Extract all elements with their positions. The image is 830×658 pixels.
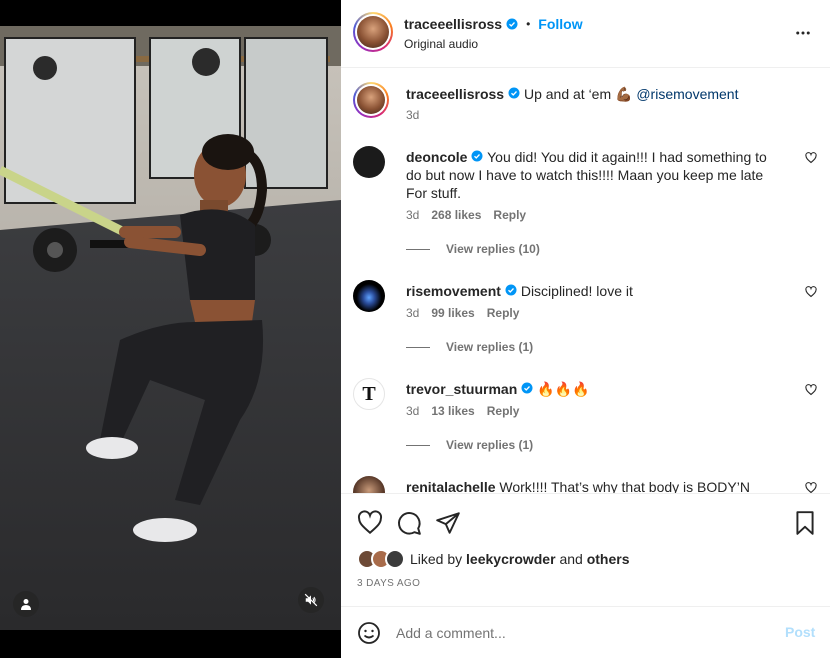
verified-badge-icon	[508, 87, 520, 99]
liked-by-username[interactable]: leekycrowder	[466, 551, 556, 567]
liked-by-prefix: Liked by	[410, 551, 463, 567]
comment-time[interactable]: 3d	[406, 208, 419, 222]
post-header: traceeellisross • Follow Original audio	[341, 0, 830, 68]
comment-like-button[interactable]	[805, 383, 817, 396]
speaker-muted-icon	[304, 593, 318, 607]
add-comment-bar: Post	[341, 606, 830, 658]
comment-time[interactable]: 3d	[406, 404, 419, 418]
heart-icon	[805, 286, 817, 298]
verified-badge-icon	[521, 382, 533, 394]
comment-like-button[interactable]	[805, 151, 817, 164]
user-tag-button[interactable]	[13, 591, 39, 617]
commenter-avatar[interactable]	[353, 146, 385, 178]
comment-likes[interactable]: 13 likes	[431, 404, 474, 418]
caption-username[interactable]: traceeellisross	[406, 86, 504, 102]
commenter-username[interactable]: risemovement	[406, 283, 501, 299]
commenter-username[interactable]: renitalachelle	[406, 479, 496, 493]
author-avatar[interactable]	[353, 12, 393, 52]
caption-avatar[interactable]	[353, 82, 389, 118]
view-replies-button[interactable]: View replies (10)	[406, 242, 540, 256]
comment-likes[interactable]: 99 likes	[431, 306, 474, 320]
person-icon	[21, 599, 31, 610]
bookmark-icon	[796, 511, 814, 535]
more-horizontal-icon	[796, 31, 810, 35]
mute-button[interactable]	[298, 587, 324, 613]
liker-avatars	[357, 549, 407, 569]
heart-icon	[805, 384, 817, 396]
smiley-icon	[358, 622, 380, 644]
comment-input[interactable]	[396, 621, 766, 645]
post-media-video[interactable]	[0, 0, 341, 658]
action-bar: Liked by leekycrowder and others 3 DAYS …	[341, 493, 830, 607]
heart-icon	[357, 510, 383, 535]
post-date[interactable]: 3 DAYS AGO	[357, 578, 420, 589]
commenter-avatar[interactable]	[353, 280, 385, 312]
heart-icon	[805, 152, 817, 164]
comment-button[interactable]	[396, 510, 422, 536]
commenter-avatar[interactable]	[353, 476, 385, 493]
comment-like-button[interactable]	[805, 481, 817, 493]
verified-badge-icon	[471, 150, 483, 162]
view-replies-button[interactable]: View replies (1)	[406, 438, 533, 452]
like-button[interactable]	[357, 510, 383, 536]
verified-badge-icon	[506, 18, 518, 30]
save-button[interactable]	[792, 510, 818, 536]
comment-bubble-icon	[398, 512, 421, 535]
comment-reply-button[interactable]: Reply	[493, 208, 526, 222]
audio-label[interactable]: Original audio	[404, 37, 478, 51]
post-details-panel: traceeellisross • Follow Original audio …	[341, 0, 830, 658]
commenter-username[interactable]: deoncole	[406, 149, 467, 165]
view-replies-button[interactable]: View replies (1)	[406, 340, 533, 354]
view-replies-label: View replies (10)	[446, 242, 540, 256]
liked-by-others-link[interactable]: others	[587, 551, 630, 567]
comment-time[interactable]: 3d	[406, 306, 419, 320]
t-logo-icon: T	[362, 382, 376, 405]
comment-text: Disciplined! love it	[520, 283, 633, 299]
share-button[interactable]	[435, 510, 461, 536]
emoji-picker-button[interactable]	[357, 621, 381, 645]
commenter-avatar[interactable]: T	[353, 378, 385, 410]
caption-text: Up and at ‘em 💪🏾	[523, 86, 633, 102]
comment-text: 🔥🔥🔥	[537, 381, 590, 397]
view-replies-label: View replies (1)	[446, 438, 534, 452]
comment-text: Work!!!! That’s why that body is BODY’N	[499, 479, 750, 493]
comment-like-button[interactable]	[805, 285, 817, 298]
view-replies-label: View replies (1)	[446, 340, 534, 354]
paper-plane-icon	[436, 512, 460, 534]
heart-icon	[805, 482, 817, 493]
follow-button[interactable]: Follow	[538, 16, 582, 32]
author-username[interactable]: traceeellisross	[404, 16, 502, 32]
separator-dot: •	[526, 17, 531, 31]
liked-by-and: and	[559, 551, 583, 567]
more-options-button[interactable]	[794, 24, 812, 42]
video-frame	[0, 0, 341, 658]
commenter-username[interactable]: trevor_stuurman	[406, 381, 517, 397]
caption-timestamp[interactable]: 3d	[406, 108, 419, 122]
liked-by-summary: Liked by leekycrowder and others	[357, 549, 629, 569]
comment-reply-button[interactable]: Reply	[487, 404, 520, 418]
comments-list[interactable]: traceeellisross Up and at ‘em 💪🏾 @risemo…	[341, 69, 830, 493]
comment-reply-button[interactable]: Reply	[487, 306, 520, 320]
verified-badge-icon	[505, 284, 517, 296]
comment-likes[interactable]: 268 likes	[431, 208, 481, 222]
caption-mention-link[interactable]: @risemovement	[636, 86, 738, 102]
post-comment-button[interactable]: Post	[785, 624, 815, 640]
